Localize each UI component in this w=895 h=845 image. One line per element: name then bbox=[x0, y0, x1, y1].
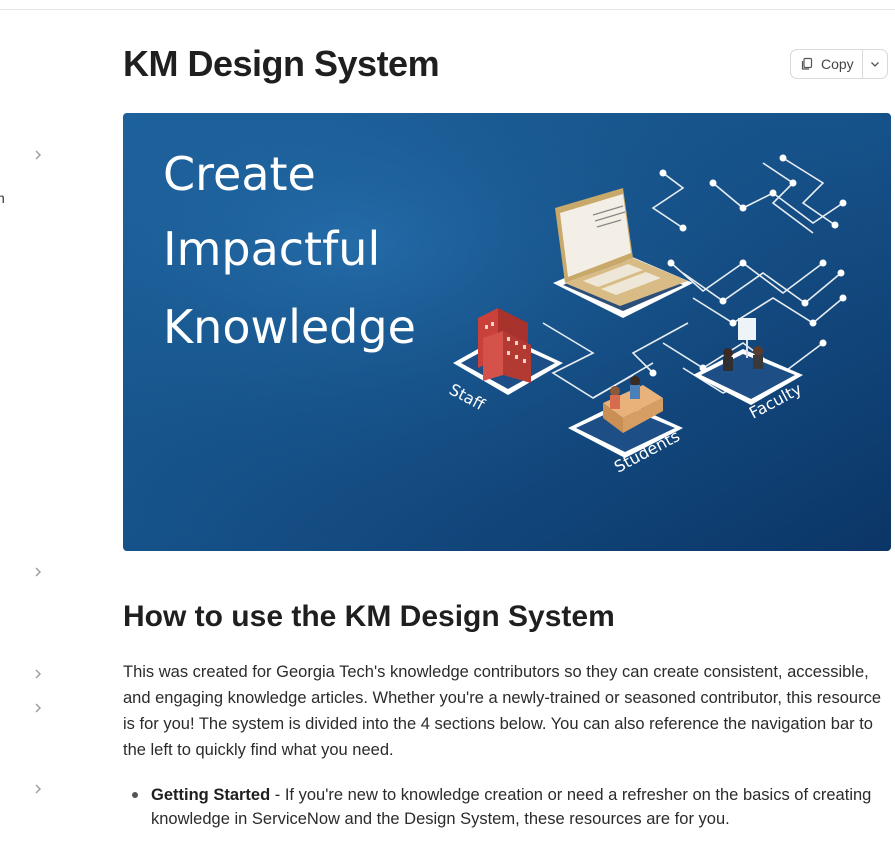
list-item-term[interactable]: Getting Started bbox=[151, 786, 270, 804]
copy-options-button[interactable] bbox=[863, 50, 887, 78]
copy-label: Copy bbox=[821, 56, 854, 72]
hero-line-3: Knowledge bbox=[163, 300, 416, 354]
chevron-right-icon[interactable] bbox=[31, 782, 45, 796]
hero-line-2: Impactful bbox=[163, 222, 380, 276]
copy-button[interactable]: Copy bbox=[791, 50, 863, 78]
chevron-right-icon[interactable] bbox=[31, 667, 45, 681]
chevron-down-icon bbox=[870, 62, 879, 67]
page-title: KM Design System bbox=[123, 43, 440, 84]
sidebar-nav: n bbox=[0, 10, 60, 845]
chevron-right-icon[interactable] bbox=[31, 565, 45, 579]
copy-button-group: Copy bbox=[790, 49, 888, 79]
top-bar bbox=[0, 0, 895, 10]
section-heading: How to use the KM Design System bbox=[123, 600, 615, 633]
sidebar-item-label[interactable]: n bbox=[0, 190, 5, 206]
sections-list: Getting Started - If you're new to knowl… bbox=[123, 783, 883, 839]
intro-paragraph: This was created for Georgia Tech's know… bbox=[123, 663, 882, 759]
list-item: Getting Started - If you're new to knowl… bbox=[123, 783, 883, 831]
copy-icon bbox=[801, 57, 813, 70]
hero-image: Create Impactful Knowledge Staff Student… bbox=[123, 113, 891, 551]
chevron-right-icon[interactable] bbox=[31, 148, 45, 162]
bullet-icon bbox=[132, 792, 138, 798]
chevron-right-icon[interactable] bbox=[31, 701, 45, 715]
hero-line-1: Create bbox=[163, 147, 316, 201]
